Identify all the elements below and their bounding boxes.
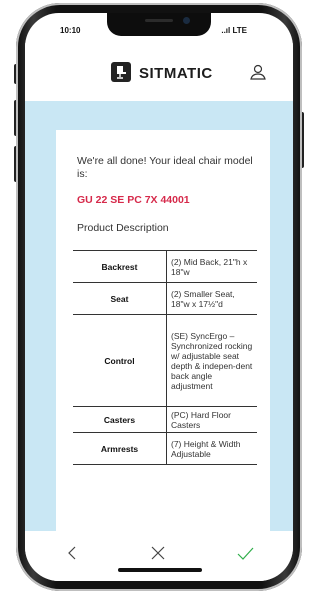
phone-mockup: 10:10 ..ıl LTE SITMATIC We're all done! … (2, 0, 314, 594)
home-indicator (118, 568, 202, 572)
content-area: We're all done! Your ideal chair model i… (25, 101, 293, 532)
spec-value: (SE) SyncErgo – Synchronized rocking w/ … (166, 314, 257, 407)
table-row: Control (SE) SyncErgo – Synchronized roc… (73, 314, 257, 407)
result-card: We're all done! Your ideal chair model i… (56, 130, 270, 532)
speaker (145, 19, 173, 22)
notch (107, 13, 211, 36)
app-header: SITMATIC (25, 43, 293, 101)
close-icon[interactable] (148, 543, 168, 563)
spec-name: Control (73, 314, 167, 407)
spec-table: Backrest (2) Mid Back, 21"h x 18"w Seat … (73, 250, 257, 465)
status-signal: ..ıl LTE (221, 26, 247, 35)
description-label: Product Description (77, 222, 169, 234)
spec-name: Armrests (73, 432, 167, 465)
spec-name: Casters (73, 406, 167, 433)
user-icon[interactable] (249, 63, 267, 81)
spec-value: (7) Height & Width Adjustable (166, 432, 257, 465)
table-row: Casters (PC) Hard Floor Casters (73, 406, 257, 433)
spec-value: (2) Mid Back, 21"h x 18"w (166, 250, 257, 283)
brand-name: SITMATIC (139, 65, 213, 82)
table-row: Seat (2) Smaller Seat, 18"w x 17½"d (73, 282, 257, 315)
table-row: Backrest (2) Mid Back, 21"h x 18"w (73, 250, 257, 283)
model-number: GU 22 SE PC 7X 44001 (77, 194, 190, 206)
status-time: 10:10 (60, 26, 81, 35)
spec-name: Seat (73, 282, 167, 315)
bottom-nav (25, 531, 293, 581)
spec-value: (PC) Hard Floor Casters (166, 406, 257, 433)
spec-value: (2) Smaller Seat, 18"w x 17½"d (166, 282, 257, 315)
chair-logo-icon (111, 62, 131, 82)
camera (183, 17, 190, 24)
table-row: Armrests (7) Height & Width Adjustable (73, 432, 257, 465)
screen: 10:10 ..ıl LTE SITMATIC We're all done! … (25, 13, 293, 581)
check-icon[interactable] (235, 543, 255, 563)
chevron-left-icon[interactable] (63, 543, 83, 563)
spec-name: Backrest (73, 250, 167, 283)
result-intro: We're all done! Your ideal chair model i… (77, 155, 253, 180)
